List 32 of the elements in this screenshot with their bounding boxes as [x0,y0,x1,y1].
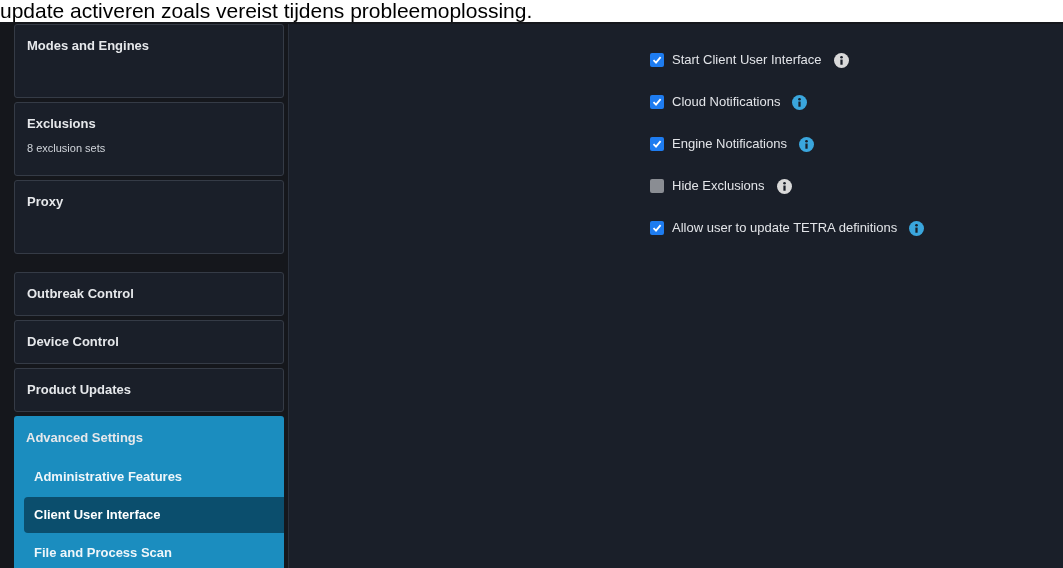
info-icon[interactable] [792,94,808,110]
sidebar-item[interactable]: Modes and Engines [14,24,284,98]
sidebar-item-title: Proxy [27,193,65,211]
info-icon[interactable] [909,220,925,236]
sidebar-item-title: Modes and Engines [27,37,151,55]
sidebar-item[interactable]: Proxy [14,180,284,254]
sidebar-item-subtitle: 8 exclusion sets [27,140,107,156]
checkbox[interactable] [650,221,664,235]
checkbox[interactable] [650,137,664,151]
sidebar-item-title: Advanced Settings [26,429,145,447]
caption-text: update activeren zoals vereist tijdens probleemoplossing. [0,0,533,22]
sidebar-section[interactable]: Advanced Settings Administrative Features Client User Interface File and Process Scan [14,416,284,568]
sidebar-item-title: Product Updates [27,381,131,400]
checkbox[interactable] [650,179,664,193]
info-icon[interactable] [798,136,814,152]
checkbox-label: Engine Notifications [672,135,787,154]
checkbox[interactable] [650,95,664,109]
sidebar-item-title: Device Control [27,333,119,352]
sidebar-subitem[interactable]: Client User Interface [24,496,284,533]
sidebar-item-title: Exclusions [27,115,97,133]
info-icon[interactable] [776,178,792,194]
checkbox-label: Hide Exclusions [672,177,765,196]
sidebar-item[interactable]: Outbreak Control [14,272,284,316]
info-icon[interactable] [833,52,849,68]
sidebar-item[interactable]: Exclusions 8 exclusion sets [14,102,284,176]
checkbox[interactable] [650,53,664,67]
sidebar-item[interactable]: Product Updates [14,368,284,412]
checkbox-label: Allow user to update TETRA definitions [672,219,898,238]
checkbox-label: Start Client User Interface [672,51,822,70]
checkbox-label: Cloud Notifications [672,93,781,112]
sidebar-item[interactable]: Device Control [14,320,284,364]
sidebar-item-title: Outbreak Control [27,285,134,304]
